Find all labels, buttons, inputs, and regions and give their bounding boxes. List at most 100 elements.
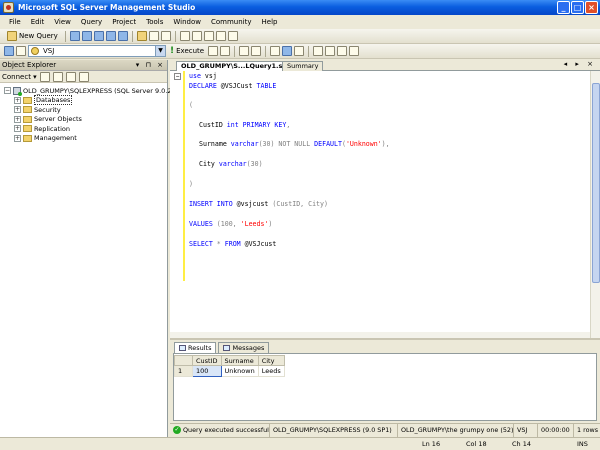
tab-query1[interactable]: OLD_GRUMPY\S...LQuery1.sql* — [176, 61, 298, 71]
change-connection-icon[interactable] — [16, 46, 26, 56]
execute-button[interactable]: ! Execute — [168, 46, 206, 56]
code-line: SELECT * FROM @VSJcust — [189, 240, 277, 248]
code-line: VALUES (100, 'Leeds') — [189, 220, 273, 228]
code-line: use vsj — [189, 72, 217, 80]
tree-node-management[interactable]: + Management — [4, 134, 167, 144]
maximize-button[interactable]: □ — [571, 1, 584, 14]
database-icon — [31, 47, 39, 55]
expand-icon[interactable]: + — [14, 106, 21, 114]
collapse-icon[interactable]: − — [4, 87, 11, 95]
title-bar: Microsoft SQL Server Management Studio _… — [0, 0, 600, 15]
tab-messages[interactable]: Messages — [218, 342, 270, 353]
object-explorer-panel: Object Explorer ▾ ⊓ × Connect ▾ − OLD_GR… — [0, 60, 184, 438]
results-to-file-icon[interactable] — [294, 46, 305, 56]
tree-node-security[interactable]: + Security — [4, 105, 167, 115]
scroll-thumb[interactable] — [592, 83, 600, 283]
stop-icon[interactable] — [52, 71, 63, 82]
row-number[interactable]: 1 — [174, 365, 193, 377]
database-engine-query-icon[interactable] — [69, 31, 80, 41]
column-header-surname[interactable]: Surname — [220, 355, 259, 366]
connect-icon[interactable] — [4, 46, 14, 56]
column-header-city[interactable]: City — [257, 355, 285, 366]
expand-icon[interactable]: + — [14, 115, 21, 123]
save-icon[interactable] — [148, 31, 159, 41]
object-explorer-toolbar: Connect ▾ — [0, 71, 167, 83]
menu-community[interactable]: Community — [206, 15, 257, 29]
menu-tools[interactable]: Tools — [141, 15, 168, 29]
status-user: OLD_GRUMPY\the grumpy one (52) — [398, 423, 514, 437]
tree-node-replication[interactable]: + Replication — [4, 124, 167, 134]
save-all-icon[interactable] — [160, 31, 171, 41]
code-line: INSERT INTO @vsjcust (CustID, City) — [189, 200, 328, 208]
new-query-button[interactable]: New Query — [4, 30, 61, 43]
disconnect-icon[interactable] — [39, 71, 50, 82]
tab-results[interactable]: Results — [174, 342, 217, 353]
editor-vertical-scrollbar[interactable] — [590, 71, 600, 338]
status-rows: 1 rows — [577, 425, 599, 434]
results-to-grid-icon[interactable] — [282, 46, 293, 56]
cell-city[interactable]: Leeds — [257, 365, 285, 377]
object-explorer-icon[interactable] — [191, 31, 202, 41]
decrease-indent-icon[interactable] — [337, 46, 348, 56]
display-plan-icon[interactable] — [239, 46, 250, 56]
cell-surname[interactable]: Unknown — [220, 365, 259, 377]
menu-query[interactable]: Query — [76, 15, 107, 29]
dmx-query-icon[interactable] — [105, 31, 116, 41]
table-row[interactable]: 1 100 Unknown Leeds — [174, 365, 285, 377]
tab-controls[interactable]: ◂ ▸ × — [564, 60, 596, 68]
tree-node-server[interactable]: − OLD_GRUMPY\SQLEXPRESS (SQL Server 9.0.… — [4, 86, 184, 96]
cell-custid[interactable]: 100 — [192, 365, 222, 377]
menu-help[interactable]: Help — [257, 15, 283, 29]
properties-icon[interactable] — [215, 31, 226, 41]
menu-view[interactable]: View — [49, 15, 76, 29]
minimize-button[interactable]: _ — [557, 1, 570, 14]
expand-icon[interactable]: + — [14, 125, 21, 133]
connect-dropdown[interactable]: Connect ▾ — [2, 73, 37, 81]
panel-controls[interactable]: ▾ ⊓ × — [136, 60, 165, 71]
cancel-query-icon[interactable] — [220, 46, 231, 56]
tree-node-server-objects[interactable]: + Server Objects — [4, 115, 167, 125]
object-tree: − OLD_GRUMPY\SQLEXPRESS (SQL Server 9.0.… — [0, 83, 184, 144]
registered-servers-icon[interactable] — [179, 31, 190, 41]
new-query-icon — [7, 31, 17, 41]
tree-node-databases[interactable]: + Databases — [4, 95, 167, 106]
comment-icon[interactable] — [313, 46, 324, 56]
tab-summary[interactable]: Summary — [282, 61, 324, 71]
xmla-query-icon[interactable] — [117, 31, 128, 41]
results-grid[interactable]: CustID Surname City 1 100 Unknown Leeds — [173, 353, 597, 421]
sql-code-editor[interactable]: − use vsj DECLARE @VSJCust TABLE ( CustI… — [170, 71, 590, 336]
code-line: ) — [189, 180, 193, 188]
server-icon — [13, 86, 22, 96]
expand-icon[interactable]: + — [14, 134, 21, 142]
uncomment-icon[interactable] — [325, 46, 336, 56]
close-button[interactable]: × — [585, 1, 598, 14]
expand-icon[interactable]: + — [14, 96, 21, 104]
mdx-query-icon[interactable] — [93, 31, 104, 41]
refresh-icon[interactable] — [65, 71, 76, 82]
menu-edit[interactable]: Edit — [26, 15, 50, 29]
folder-icon — [23, 125, 32, 133]
parse-icon[interactable] — [208, 46, 219, 56]
column-header-custid[interactable]: CustID — [192, 355, 222, 366]
menu-project[interactable]: Project — [107, 15, 141, 29]
status-char: Ch 14 — [512, 440, 531, 448]
grid-icon — [179, 345, 186, 351]
outline-collapse-icon[interactable]: − — [174, 73, 181, 80]
filter-icon[interactable] — [78, 71, 89, 82]
code-line: City varchar(30) — [199, 160, 263, 168]
menu-window[interactable]: Window — [168, 15, 206, 29]
toolbox-icon[interactable] — [227, 31, 238, 41]
results-tabs: Results Messages — [170, 340, 600, 353]
open-file-icon[interactable] — [136, 31, 147, 41]
code-line: CustID int PRIMARY KEY, — [199, 121, 291, 129]
template-explorer-icon[interactable] — [203, 31, 214, 41]
analysis-query-icon[interactable] — [81, 31, 92, 41]
folder-icon — [23, 96, 32, 104]
results-to-text-icon[interactable] — [270, 46, 281, 56]
standard-toolbar: New Query — [0, 29, 600, 44]
menu-file[interactable]: File — [4, 15, 26, 29]
increase-indent-icon[interactable] — [349, 46, 360, 56]
database-select[interactable]: VSJ ▼ — [28, 45, 166, 57]
query-designer-icon[interactable] — [251, 46, 262, 56]
query-status-bar: ✓ Query executed successful... OLD_GRUMPY… — [170, 423, 600, 437]
